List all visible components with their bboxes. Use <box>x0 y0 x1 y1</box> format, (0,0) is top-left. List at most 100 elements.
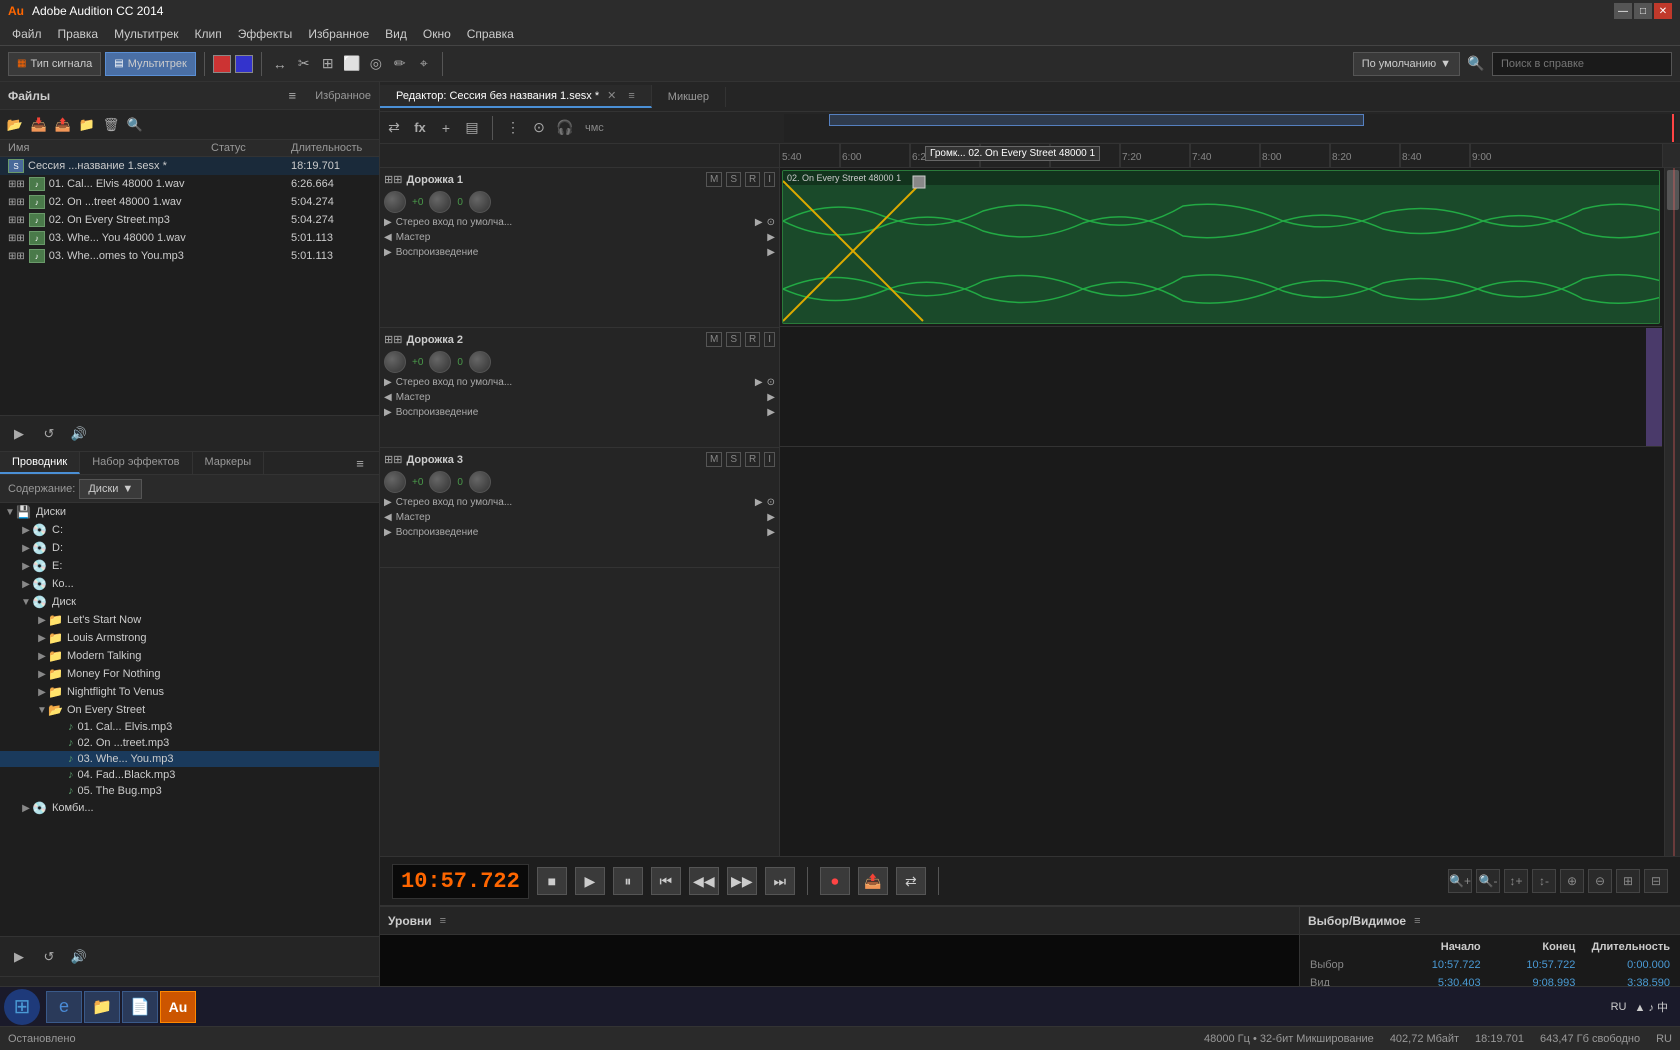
track2-rec-btn[interactable]: R <box>745 332 760 347</box>
minimize-button[interactable]: — <box>1614 3 1632 19</box>
pause-btn[interactable]: ⏸ <box>613 867 643 895</box>
scrub-tool-icon[interactable]: ⌖ <box>414 54 434 74</box>
track3-mute-btn[interactable]: M <box>706 452 722 467</box>
track1-send-extra-icon[interactable]: ⊙ <box>767 217 775 228</box>
tree-file-03[interactable]: ♪ 03. Whe... You.mp3 <box>0 751 379 767</box>
track2-playback-row[interactable]: ▶ Воспроизведение ▶ <box>384 405 775 420</box>
tab-markers[interactable]: Маркеры <box>193 452 265 474</box>
menu-multitrack[interactable]: Мультитрек <box>106 25 186 43</box>
loop-icon[interactable]: ↺ <box>38 423 60 445</box>
track3-playback-row[interactable]: ▶ Воспроизведение ▶ <box>384 525 775 540</box>
hamburger-menu-icon[interactable]: ≡ <box>281 85 303 107</box>
tree-item-ko[interactable]: ▶ 💿 Ко... <box>0 575 379 593</box>
tree-file-02[interactable]: ♪ 02. On ...treet.mp3 <box>0 735 379 751</box>
tree-item-e[interactable]: ▶ 💿 E: <box>0 557 379 575</box>
tree-folder-nightflight[interactable]: ▶ 📁 Nightflight To Venus <box>0 683 379 701</box>
track1-output-row[interactable]: ◀ Мастер ▶ <box>384 230 775 245</box>
viewport-indicator[interactable] <box>829 114 1364 126</box>
zoom-in2-icon[interactable]: ⊕ <box>1560 869 1584 893</box>
track2-input-row[interactable]: ▶ Стерео вход по умолча... ▶ ⊙ <box>384 375 775 390</box>
file-row-1[interactable]: ⊞⊞ ♪ 02. On ...treet 48000 1.wav 5:04.27… <box>0 193 379 211</box>
file-row-4[interactable]: ⊞⊞ ♪ 03. Whe...omes to You.mp3 5:01.113 <box>0 247 379 265</box>
track2-extra-knob[interactable] <box>469 351 491 373</box>
open-file-icon[interactable]: 📂 <box>4 114 26 136</box>
slip-tool-icon[interactable]: ⊞ <box>318 54 338 74</box>
favorites-tab-label[interactable]: Избранное <box>315 90 371 102</box>
start-button[interactable]: ⊞ <box>4 989 40 1025</box>
add-folder-icon[interactable]: 📁 <box>76 114 98 136</box>
track3-pan-knob[interactable] <box>429 471 451 493</box>
file-row-0[interactable]: ⊞⊞ ♪ 01. Cal... Elvis 48000 1.wav 6:26.6… <box>0 175 379 193</box>
menu-effects[interactable]: Эффекты <box>230 25 301 43</box>
track2-playback-expand2-icon[interactable]: ▶ <box>767 407 775 418</box>
import-icon[interactable]: 📥 <box>28 114 50 136</box>
sel-row0-start[interactable]: 10:57.722 <box>1390 957 1483 973</box>
default-dropdown[interactable]: По умолчанию ▼ <box>1353 52 1460 76</box>
track3-volume-knob[interactable] <box>384 471 406 493</box>
tree-item-c[interactable]: ▶ 💿 C: <box>0 521 379 539</box>
track1-playback-expand-icon[interactable]: ▶ <box>384 247 392 258</box>
track3-send-expand-icon[interactable]: ▶ <box>755 497 763 508</box>
editor-tab-menu-icon[interactable]: ≡ <box>628 90 634 102</box>
go-start-btn[interactable]: ⏮ <box>651 867 681 895</box>
track1-input-row[interactable]: ▶ Стерео вход по умолча... ▶ ⊙ <box>384 215 775 230</box>
export-icon[interactable]: 📤 <box>52 114 74 136</box>
close-button[interactable]: ✕ <box>1654 3 1672 19</box>
tree-root-disks[interactable]: ▼ 💾 Диски <box>0 503 379 521</box>
color-tool-2[interactable] <box>235 55 253 73</box>
track2-send-expand-icon[interactable]: ▶ <box>755 377 763 388</box>
sel-row0-duration[interactable]: 0:00.000 <box>1579 957 1672 973</box>
sel-row0-end[interactable]: 10:57.722 <box>1485 957 1578 973</box>
track2-input-btn[interactable]: I <box>764 332 775 347</box>
signal-type-btn[interactable]: ▦ Тип сигнала <box>8 52 101 76</box>
tree-item-kombi[interactable]: ▶ 💿 Комби... <box>0 799 379 817</box>
track3-input-btn[interactable]: I <box>764 452 775 467</box>
track2-playback-expand-icon[interactable]: ▶ <box>384 407 392 418</box>
tree-folder-armstrong[interactable]: ▶ 📁 Louis Armstrong <box>0 629 379 647</box>
track1-playback-row[interactable]: ▶ Воспроизведение ▶ <box>384 245 775 260</box>
track1-input-btn[interactable]: I <box>764 172 775 187</box>
delete-file-icon[interactable]: 🗑 <box>100 114 122 136</box>
menu-file[interactable]: Файл <box>4 25 50 43</box>
content-dropdown[interactable]: Диски ▼ <box>79 479 142 499</box>
headphones-icon[interactable]: 🎧 <box>555 118 575 138</box>
menu-favorites[interactable]: Избранное <box>300 25 377 43</box>
track2-volume-knob[interactable] <box>384 351 406 373</box>
razor-tool-icon[interactable]: ✂ <box>294 54 314 74</box>
volume-icon[interactable]: 🔊 <box>68 423 90 445</box>
track3-send-extra-icon[interactable]: ⊙ <box>767 497 775 508</box>
menu-view[interactable]: Вид <box>377 25 415 43</box>
editor-tab-mixer[interactable]: Микшер <box>652 87 726 107</box>
ruler-ticks[interactable]: 5:40 6:00 6:20 6:40 7:00 7:20 7:40 <box>780 144 1662 167</box>
close-session-tab-icon[interactable]: ✕ <box>607 89 616 102</box>
tab-effects-rack[interactable]: Набор эффектов <box>80 452 192 474</box>
track2-mute-btn[interactable]: M <box>706 332 722 347</box>
record-btn[interactable]: ⏺ <box>820 867 850 895</box>
file-row-2[interactable]: ⊞⊞ ♪ 02. On Every Street.mp3 5:04.274 <box>0 211 379 229</box>
tree-item-d[interactable]: ▶ 💿 D: <box>0 539 379 557</box>
rew-btn[interactable]: ◀◀ <box>689 867 719 895</box>
track1-send-expand-icon[interactable]: ▶ <box>755 217 763 228</box>
track2-pan-knob[interactable] <box>429 351 451 373</box>
zoom-out2-icon[interactable]: ⊖ <box>1588 869 1612 893</box>
sync2-icon[interactable]: ⊙ <box>529 118 549 138</box>
lasso-tool-icon[interactable]: ◎ <box>366 54 386 74</box>
mixer-icon[interactable]: ▤ <box>462 118 482 138</box>
tree-file-01[interactable]: ♪ 01. Cal... Elvis.mp3 <box>0 719 379 735</box>
zoom-in-amp-icon[interactable]: ↕+ <box>1504 869 1528 893</box>
explorer-volume-icon[interactable]: 🔊 <box>68 946 90 968</box>
track3-extra-knob[interactable] <box>469 471 491 493</box>
zoom-sel-icon[interactable]: ⊟ <box>1644 869 1668 893</box>
tree-folder-moneyfornothing[interactable]: ▶ 📁 Money For Nothing <box>0 665 379 683</box>
explorer-loop-icon[interactable]: ↺ <box>38 946 60 968</box>
track3-playback-expand2-icon[interactable]: ▶ <box>767 527 775 538</box>
ie-taskbar-btn[interactable]: e <box>46 991 82 1023</box>
loop-btn[interactable]: ⇄ <box>896 867 926 895</box>
track3-expand-icon[interactable]: ⊞⊞ <box>384 453 402 466</box>
help-search-input[interactable] <box>1492 52 1672 76</box>
track3-output-row[interactable]: ◀ Мастер ▶ <box>384 510 775 525</box>
track1-rec-btn[interactable]: R <box>745 172 760 187</box>
color-tool-1[interactable] <box>213 55 231 73</box>
tree-folder-onEveryStreet[interactable]: ▼ 📂 On Every Street <box>0 701 379 719</box>
track1-master-expand-icon[interactable]: ▶ <box>767 232 775 243</box>
